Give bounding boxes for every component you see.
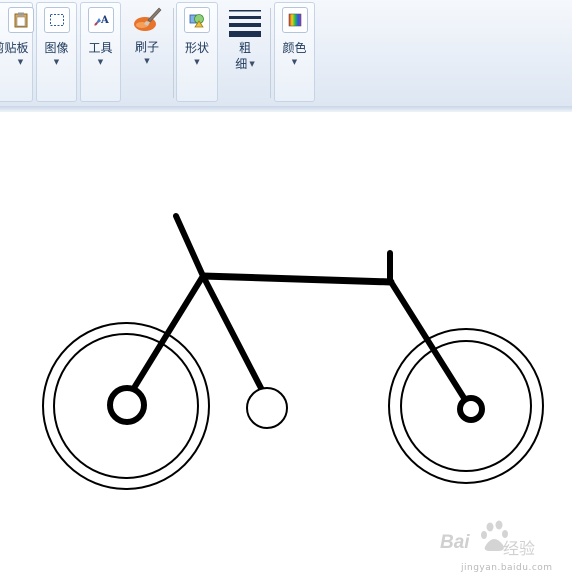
shapes-label: 形状 (184, 41, 209, 55)
clipboard-icon (7, 7, 34, 33)
select-rect-icon (43, 7, 70, 33)
shapes-dropdown-arrow: ▼ (194, 58, 200, 66)
watermark-brand-cn: 经验 (503, 539, 536, 558)
brushes-group: 刷子 ▼ (124, 2, 170, 102)
brushes-label: 刷子 (134, 40, 159, 54)
shapes-button[interactable]: 形状 ▼ (177, 3, 217, 103)
front-wheel-hub (457, 395, 485, 423)
seat-tube (200, 273, 265, 393)
rear-wheel-outer-rim (42, 322, 210, 490)
size-button[interactable]: 粗 细 ▼ (224, 3, 266, 103)
shapes-group: 形状 ▼ (176, 2, 218, 102)
front-fork (388, 279, 467, 401)
bicycle-drawing (42, 213, 544, 490)
brushes-button[interactable]: 刷子 ▼ (128, 3, 166, 103)
image-group: 图像 ▼ (36, 2, 77, 102)
tools-dropdown-arrow: ▼ (97, 58, 104, 66)
ribbon-separator (270, 8, 271, 98)
rear-wheel-hub (107, 385, 147, 425)
image-dropdown-arrow: ▼ (53, 58, 60, 66)
seat-post (173, 213, 206, 279)
ribbon-toolbar: 剪贴板 ▼ 图像 ▼ A 工具 ▼ (0, 0, 572, 107)
color-palette-icon (281, 7, 308, 33)
brush-icon (132, 5, 162, 35)
tools-group: A 工具 ▼ (80, 2, 121, 102)
size-label-line2: 细 (235, 57, 248, 71)
svg-text:A: A (100, 15, 109, 26)
size-label-line1: 粗 (238, 41, 251, 55)
size-group: 粗 细 ▼ (221, 2, 267, 102)
rear-wheel (42, 322, 210, 490)
rear-stay (131, 273, 206, 391)
front-wheel-inner-rim (400, 340, 532, 472)
shapes-icon (184, 7, 210, 33)
colors-button[interactable]: 颜色 ▼ (275, 3, 314, 103)
tools-icon: A (87, 7, 114, 33)
image-label: 图像 (44, 41, 69, 55)
clipboard-dropdown-arrow: ▼ (17, 58, 24, 66)
colors-group: 颜色 ▼ (274, 2, 315, 102)
tools-label: 工具 (88, 41, 113, 55)
clipboard-group: 剪贴板 ▼ (0, 2, 34, 103)
clipboard-label: 剪贴板 (0, 41, 29, 55)
watermark-brand: Bai (440, 532, 470, 553)
clipboard-button[interactable]: 剪贴板 ▼ (0, 3, 34, 103)
bicycle-frame (131, 213, 467, 401)
tools-button[interactable]: A 工具 ▼ (81, 3, 120, 103)
watermark-url: jingyan.baidu.com (461, 563, 553, 573)
colors-label: 颜色 (282, 41, 307, 55)
front-wheel (388, 328, 544, 484)
top-tube (199, 272, 395, 286)
size-label-row: 细 ▼ (235, 57, 254, 71)
front-wheel-outer-rim (388, 328, 544, 484)
pedal-crank (246, 387, 288, 429)
rear-wheel-inner-rim (53, 333, 199, 479)
ribbon-separator (173, 8, 174, 98)
drawing-canvas[interactable] (0, 112, 572, 583)
brushes-dropdown-arrow: ▼ (144, 57, 150, 65)
image-button[interactable]: 图像 ▼ (37, 3, 76, 103)
colors-dropdown-arrow: ▼ (291, 58, 298, 66)
line-width-icon (229, 9, 261, 39)
size-dropdown-arrow: ▼ (249, 60, 255, 68)
